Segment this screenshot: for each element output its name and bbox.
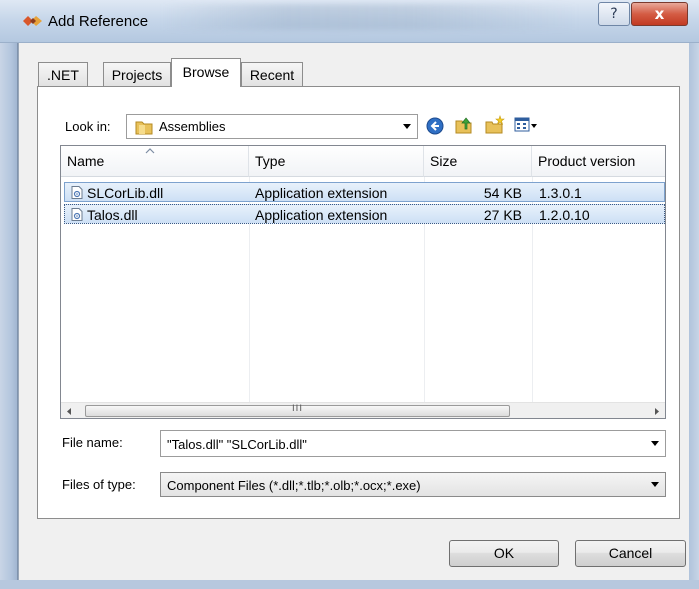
file-row[interactable]: SLCorLib.dll Application extension 54 KB… xyxy=(64,182,665,202)
file-list[interactable]: Name Type Size Product version SLCorLib.… xyxy=(60,145,666,419)
file-size-cell: 54 KB xyxy=(483,185,522,201)
help-button[interactable]: ? xyxy=(598,2,630,26)
tab-browse[interactable]: Browse xyxy=(171,58,241,87)
scroll-left-button[interactable] xyxy=(61,403,78,418)
back-icon[interactable] xyxy=(426,117,444,135)
look-in-value: Assemblies xyxy=(159,119,226,134)
files-of-type-label: Files of type: xyxy=(62,477,136,492)
tab-dotnet[interactable]: .NET xyxy=(38,62,88,86)
file-row[interactable]: Talos.dll Application extension 27 KB 1.… xyxy=(64,204,665,224)
look-in-dropdown[interactable]: Assemblies xyxy=(126,114,418,139)
file-name-cell: SLCorLib.dll xyxy=(87,185,164,201)
tab-recent[interactable]: Recent xyxy=(241,62,303,86)
window-frame-left xyxy=(0,0,18,589)
sort-ascending-icon xyxy=(145,148,155,154)
folder-icon xyxy=(135,121,153,135)
file-name-input[interactable]: "Talos.dll" "SLCorLib.dll" xyxy=(160,430,666,457)
column-header-name[interactable]: Name xyxy=(61,146,249,177)
visual-studio-icon xyxy=(23,16,42,26)
file-size-cell: 27 KB xyxy=(483,207,522,223)
file-version-cell: 1.2.0.10 xyxy=(539,207,590,223)
tab-projects[interactable]: Projects xyxy=(103,62,171,86)
dll-file-icon xyxy=(71,186,83,199)
window-title: Add Reference xyxy=(48,13,149,30)
arrow-left-icon xyxy=(67,408,71,415)
cancel-button[interactable]: Cancel xyxy=(575,540,686,567)
file-name-label: File name: xyxy=(62,435,123,450)
files-of-type-value: Component Files (*.dll;*.tlb;*.olb;*.ocx… xyxy=(167,478,421,493)
chevron-down-icon xyxy=(651,481,659,487)
column-header-size[interactable]: Size xyxy=(424,146,532,177)
files-of-type-dropdown[interactable]: Component Files (*.dll;*.tlb;*.olb;*.ocx… xyxy=(160,472,666,497)
file-version-cell: 1.3.0.1 xyxy=(539,185,582,201)
up-one-level-icon[interactable] xyxy=(454,115,474,135)
view-menu-icon[interactable] xyxy=(514,116,538,134)
column-header-product-version[interactable]: Product version xyxy=(532,146,665,177)
file-type-cell: Application extension xyxy=(255,207,388,223)
close-button[interactable]: x xyxy=(631,2,688,26)
file-name-cell: Talos.dll xyxy=(87,207,138,223)
scroll-thumb[interactable]: III xyxy=(85,405,510,417)
ok-button[interactable]: OK xyxy=(449,540,559,567)
file-type-cell: Application extension xyxy=(255,185,388,201)
window-frame-bottom xyxy=(0,580,699,589)
arrow-right-icon xyxy=(655,408,659,415)
chevron-down-icon xyxy=(403,123,411,129)
column-header-type[interactable]: Type xyxy=(249,146,424,177)
window-frame-right xyxy=(688,0,699,589)
horizontal-scrollbar[interactable]: III xyxy=(61,402,665,418)
scroll-right-button[interactable] xyxy=(648,403,665,418)
look-in-label: Look in: xyxy=(65,119,111,134)
dll-file-icon xyxy=(71,208,83,221)
new-folder-icon[interactable] xyxy=(484,115,506,135)
chevron-down-icon xyxy=(651,440,659,446)
file-name-value: "Talos.dll" "SLCorLib.dll" xyxy=(167,437,307,452)
